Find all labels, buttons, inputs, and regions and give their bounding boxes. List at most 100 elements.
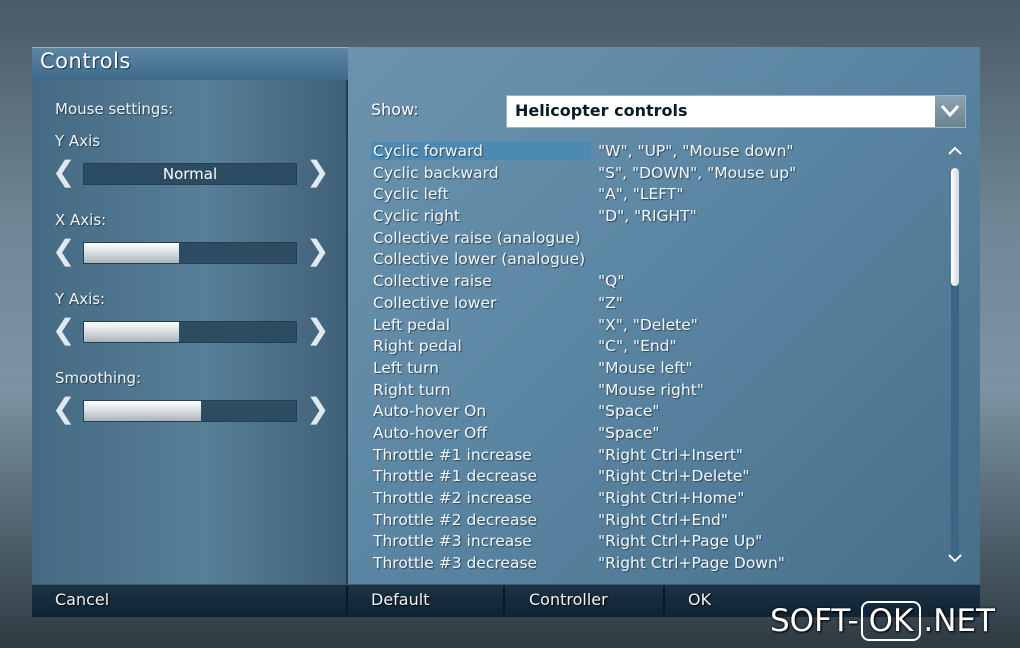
control-action-label: Throttle #2 increase	[373, 489, 532, 507]
control-row[interactable]: Right turn "Mouse right"	[371, 381, 941, 403]
control-key-binding[interactable]: "W", "UP", "Mouse down"	[598, 142, 794, 160]
control-action-label: Collective lower	[373, 293, 497, 312]
watermark-left: SOFT-	[770, 603, 859, 639]
y-axis-invert-right-arrow[interactable]: ❯	[306, 158, 329, 187]
show-label: Show:	[371, 100, 419, 119]
y-axis-invert-left-arrow[interactable]: ❮	[52, 158, 75, 187]
control-row[interactable]: Auto-hover Off "Space"	[371, 424, 941, 446]
window-title: Controls	[40, 49, 131, 73]
control-key-binding[interactable]: "S", "DOWN", "Mouse up"	[598, 164, 796, 182]
control-key-binding[interactable]: "A", "LEFT"	[598, 185, 684, 203]
scrollbar-thumb[interactable]	[951, 168, 959, 286]
y-axis-label: Y Axis:	[55, 290, 106, 308]
x-axis-slider[interactable]	[83, 242, 297, 264]
control-row[interactable]: Throttle #2 decrease "Right Ctrl+End"	[371, 511, 941, 533]
control-action-label: Cyclic backward	[373, 163, 499, 182]
control-row[interactable]: Left pedal "X", "Delete"	[371, 316, 941, 338]
control-row[interactable]: Cyclic forward "W", "UP", "Mouse down"	[371, 142, 941, 164]
control-action-label: Collective raise (analogue)	[373, 228, 581, 247]
control-action-label: Throttle #3 decrease	[373, 554, 538, 573]
smoothing-slider[interactable]	[83, 400, 297, 422]
smoothing-slider-fill	[84, 401, 201, 421]
smoothing-right-arrow[interactable]: ❯	[306, 395, 329, 424]
chevron-down-icon	[948, 554, 962, 563]
control-key-binding[interactable]: "Mouse left"	[598, 359, 693, 377]
control-action-label: Collective lower (analogue)	[373, 250, 586, 269]
y-axis-invert-selector[interactable]: Normal	[83, 163, 297, 185]
control-key-binding[interactable]: "Right Ctrl+Page Down"	[598, 554, 785, 572]
control-action-label: Collective raise	[373, 272, 492, 291]
x-axis-right-arrow[interactable]: ❯	[306, 237, 329, 266]
y-axis-slider-fill	[84, 322, 180, 342]
chevron-up-icon	[948, 146, 962, 155]
control-row[interactable]: Throttle #1 increase "Right Ctrl+Insert"	[371, 446, 941, 468]
scroll-up-button[interactable]	[946, 144, 964, 162]
bottom-divider	[663, 586, 665, 614]
control-key-binding[interactable]: "Space"	[598, 402, 660, 420]
x-axis-slider-fill	[84, 243, 180, 263]
control-row[interactable]: Collective raise (analogue)	[371, 229, 941, 251]
ok-button[interactable]: OK	[688, 590, 711, 609]
control-row[interactable]: Throttle #3 increase "Right Ctrl+Page Up"	[371, 532, 941, 554]
control-action-label: Right turn	[373, 380, 451, 399]
control-action-label: Cyclic left	[373, 185, 449, 204]
y-axis-right-arrow[interactable]: ❯	[306, 316, 329, 345]
scrollbar-track[interactable]	[951, 168, 959, 563]
control-key-binding[interactable]: "X", "Delete"	[598, 316, 698, 334]
control-row[interactable]: Cyclic right "D", "RIGHT"	[371, 207, 941, 229]
control-row[interactable]: Cyclic backward "S", "DOWN", "Mouse up"	[371, 164, 941, 186]
control-row[interactable]: Right pedal "C", "End"	[371, 337, 941, 359]
control-action-label: Cyclic forward	[371, 142, 591, 160]
control-key-binding[interactable]: "D", "RIGHT"	[598, 207, 697, 225]
x-axis-label: X Axis:	[55, 211, 107, 229]
bottom-divider	[503, 586, 505, 614]
control-row[interactable]: Left turn "Mouse left"	[371, 359, 941, 381]
control-row[interactable]: Cyclic left "A", "LEFT"	[371, 185, 941, 207]
control-action-label: Left turn	[373, 358, 439, 377]
control-row[interactable]: Throttle #3 decrease "Right Ctrl+Page Dow…	[371, 554, 941, 574]
control-action-label: Auto-hover Off	[373, 423, 488, 442]
control-action-label: Cyclic right	[373, 207, 460, 226]
dropdown-toggle-button[interactable]	[935, 96, 965, 127]
show-dropdown[interactable]: Helicopter controls	[506, 95, 966, 128]
control-row[interactable]: Collective raise "Q"	[371, 272, 941, 294]
control-row[interactable]: Collective lower "Z"	[371, 294, 941, 316]
control-key-binding[interactable]: "Right Ctrl+Page Up"	[598, 532, 762, 550]
control-key-binding[interactable]: "C", "End"	[598, 337, 677, 355]
control-row[interactable]: Auto-hover On "Space"	[371, 402, 941, 424]
scroll-down-button[interactable]	[946, 551, 964, 569]
show-dropdown-value: Helicopter controls	[515, 101, 688, 120]
watermark-right: .NET	[923, 603, 995, 639]
x-axis-left-arrow[interactable]: ❮	[52, 237, 75, 266]
control-action-label: Throttle #3 increase	[373, 532, 532, 551]
control-row[interactable]: Collective lower (analogue)	[371, 250, 941, 272]
watermark-box: OK	[860, 601, 922, 641]
control-key-binding[interactable]: "Right Ctrl+End"	[598, 511, 728, 529]
control-action-label: Auto-hover On	[373, 402, 487, 421]
control-key-binding[interactable]: "Right Ctrl+Delete"	[598, 467, 750, 485]
y-axis-slider[interactable]	[83, 321, 297, 343]
control-action-label: Left pedal	[373, 315, 451, 334]
control-key-binding[interactable]: "Right Ctrl+Insert"	[598, 446, 743, 464]
smoothing-left-arrow[interactable]: ❮	[52, 395, 75, 424]
control-key-binding[interactable]: "Z"	[598, 294, 623, 312]
y-axis-left-arrow[interactable]: ❮	[52, 316, 75, 345]
control-key-binding[interactable]: "Space"	[598, 424, 660, 442]
y-axis-invert-label: Y Axis	[55, 132, 101, 150]
control-action-label: Right pedal	[373, 337, 462, 356]
control-key-binding[interactable]: "Mouse right"	[598, 381, 704, 399]
chevron-down-icon	[940, 105, 960, 118]
default-button[interactable]: Default	[371, 590, 429, 609]
control-key-binding[interactable]: "Q"	[598, 272, 624, 290]
control-row[interactable]: Throttle #2 increase "Right Ctrl+Home"	[371, 489, 941, 511]
cancel-button[interactable]: Cancel	[55, 590, 109, 609]
smoothing-label: Smoothing:	[55, 369, 142, 387]
control-action-label: Throttle #1 increase	[373, 445, 532, 464]
mouse-settings-heading: Mouse settings:	[55, 100, 174, 118]
controller-button[interactable]: Controller	[529, 590, 608, 609]
controls-list[interactable]: Cyclic forward "W", "UP", "Mouse down" Cyc…	[371, 142, 941, 574]
control-action-label: Throttle #1 decrease	[373, 467, 538, 486]
control-row[interactable]: Throttle #1 decrease "Right Ctrl+Delete"	[371, 467, 941, 489]
control-key-binding[interactable]: "Right Ctrl+Home"	[598, 489, 744, 507]
y-axis-invert-value: Normal	[162, 165, 218, 183]
